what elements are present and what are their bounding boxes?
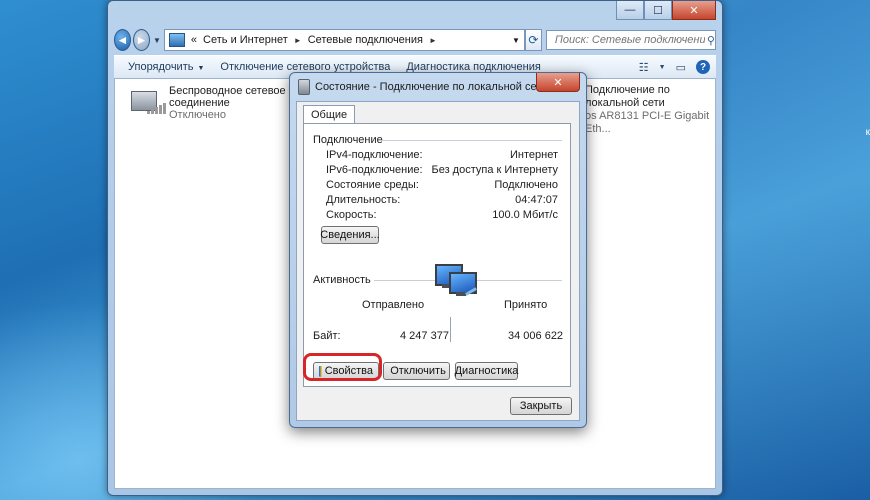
field-label: Длительность: — [326, 194, 401, 206]
view-controls: ☷ ▼ ▭ ? — [639, 60, 716, 74]
arrow-right-icon: ► — [135, 33, 148, 47]
details-button[interactable]: Сведения... — [320, 226, 380, 244]
chevron-down-icon: ▼ — [197, 65, 205, 72]
organize-menu[interactable]: Упорядочить ▼ — [122, 61, 214, 73]
field-value: 100.0 Мбит/с — [492, 209, 558, 221]
activity-separator — [450, 328, 451, 342]
connection-group-label: Подключение — [313, 134, 383, 146]
address-bar[interactable]: « Сеть и Интернет ► Сетевые подключения … — [163, 29, 525, 51]
connection-name: Подключение по локальной сети — [585, 84, 670, 109]
maximize-button[interactable]: ☐ — [644, 1, 672, 20]
breadcrumb-separator-icon[interactable]: ► — [429, 36, 437, 45]
dialog-title-bar: Состояние - Подключение по локальной сет… — [298, 79, 547, 95]
organize-label: Упорядочить — [128, 61, 194, 73]
received-label: Принято — [504, 299, 548, 311]
minimize-button[interactable]: — — [616, 1, 644, 20]
refresh-icon: ⟳ — [528, 33, 539, 47]
close-dialog-button[interactable]: Закрыть — [510, 397, 572, 415]
field-duration: Длительность: 04:47:07 — [326, 194, 558, 206]
view-options-icon[interactable]: ☷ — [639, 61, 649, 74]
field-value: Подключено — [494, 179, 558, 191]
desktop-edge-text: к — [865, 127, 870, 138]
breadcrumb-separator-icon[interactable]: ► — [294, 36, 302, 45]
field-value: Без доступа к Интернету — [431, 164, 558, 176]
breadcrumb-network-internet[interactable]: Сеть и Интернет — [203, 34, 288, 46]
forward-button[interactable]: ► — [133, 29, 150, 51]
network-folder-icon — [168, 33, 185, 47]
breadcrumb-prefix[interactable]: « — [191, 34, 197, 46]
preview-pane-icon[interactable]: ▭ — [676, 61, 686, 74]
wireless-adapter-icon — [129, 85, 166, 115]
close-button[interactable]: ✕ — [672, 1, 716, 20]
connection-name-line2: соединение — [169, 97, 230, 109]
network-plug-icon — [298, 79, 310, 95]
recent-pages-dropdown[interactable]: ▼ — [153, 36, 161, 45]
address-row: ◄ ► ▼ « Сеть и Интернет ► Сетевые подклю… — [114, 27, 716, 53]
tab-general[interactable]: Общие — [303, 105, 356, 124]
disable-button[interactable]: Отключить — [383, 362, 450, 380]
field-label: IPv6-подключение: — [326, 164, 423, 176]
connection-status: Отключено — [169, 109, 226, 121]
network-computers-icon — [429, 264, 481, 300]
field-speed: Скорость: 100.0 Мбит/с — [326, 209, 558, 221]
disable-label: Отключить — [390, 365, 446, 377]
window-controls: — ☐ ✕ — [616, 1, 716, 20]
dialog-title: Состояние - Подключение по локальной сет… — [315, 81, 548, 93]
address-dropdown-icon[interactable]: ▼ — [508, 36, 524, 45]
field-media-state: Состояние среды: Подключено — [326, 179, 558, 191]
back-button[interactable]: ◄ — [114, 29, 131, 51]
list-item-wireless[interactable]: Беспроводное сетевое соединение Отключен… — [129, 85, 286, 121]
field-ipv6: IPv6-подключение: Без доступа к Интернет… — [326, 164, 558, 176]
search-input[interactable] — [552, 33, 707, 47]
connection-name-line1: Беспроводное сетевое — [169, 85, 286, 97]
help-icon[interactable]: ? — [696, 60, 710, 74]
field-value: 04:47:07 — [515, 194, 558, 206]
view-dropdown-icon[interactable]: ▼ — [659, 64, 666, 71]
field-label: Скорость: — [326, 209, 377, 221]
connection-device: os AR8131 PCI-E Gigabit Eth... — [585, 110, 710, 135]
field-label: IPv4-подключение: — [326, 149, 423, 161]
group-divider — [382, 140, 562, 141]
properties-highlight-annotation — [303, 353, 382, 381]
field-value: Интернет — [510, 149, 558, 161]
search-icon[interactable]: ⚲ — [707, 34, 715, 47]
list-item-lan[interactable]: Подключение по локальной сети os AR8131 … — [585, 84, 715, 136]
field-label: Состояние среды: — [326, 179, 419, 191]
arrow-left-icon: ◄ — [116, 33, 129, 47]
field-ipv4: IPv4-подключение: Интернет — [326, 149, 558, 161]
bytes-sent: 4 247 377 — [400, 330, 449, 342]
refresh-button[interactable]: ⟳ — [524, 29, 542, 51]
dialog-close-button[interactable]: ✕ — [536, 73, 580, 92]
search-box[interactable]: ⚲ — [545, 30, 716, 50]
bytes-received: 34 006 622 — [508, 330, 564, 342]
activity-group-label: Активность — [313, 274, 371, 286]
desktop-background-shade — [710, 0, 870, 500]
breadcrumb-network-connections[interactable]: Сетевые подключения — [308, 34, 423, 46]
sent-label: Отправлено — [362, 299, 425, 311]
general-panel: Подключение IPv4-подключение: Интернет I… — [303, 123, 571, 387]
bytes-label: Байт: — [313, 330, 341, 342]
diagnose-button[interactable]: Диагностика — [455, 362, 518, 380]
